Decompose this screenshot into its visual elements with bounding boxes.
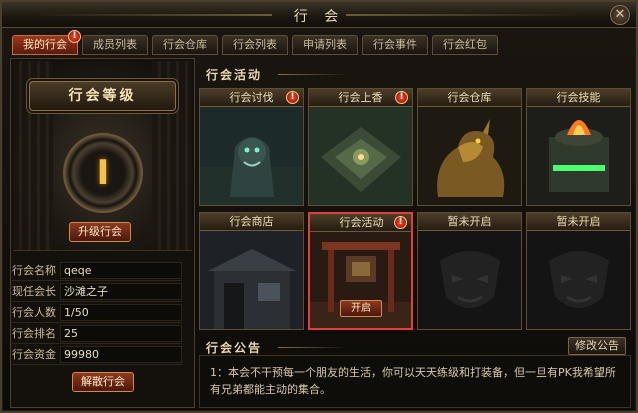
info-value: 沙滩之子: [60, 282, 182, 300]
shop-scene-image: [200, 231, 303, 329]
info-label: 行会人数: [12, 306, 56, 319]
info-value: 25: [60, 324, 182, 342]
activity-card-locked-2: 暂未开启: [526, 212, 631, 330]
info-value: 99980: [60, 345, 182, 363]
activity-card-locked-1: 暂未开启: [417, 212, 522, 330]
tab-guild-warehouse[interactable]: 行会仓库: [152, 35, 218, 55]
locked-demon-mask-icon: [418, 231, 521, 329]
tab-application-list[interactable]: 申请列表: [292, 35, 358, 55]
card-title: 行会技能: [527, 89, 630, 107]
info-value: qeqe: [60, 261, 182, 279]
info-row-rank: 行会排名 25: [12, 323, 182, 344]
crusade-scene-image: [200, 107, 303, 205]
notice-heading: 行会公告: [206, 341, 263, 355]
activity-card-skills[interactable]: 行会技能: [526, 88, 631, 206]
tab-guild-list[interactable]: 行会列表: [222, 35, 288, 55]
edit-notice-button[interactable]: 修改公告: [568, 337, 626, 355]
incense-scene-image: [309, 107, 412, 205]
upgrade-guild-button[interactable]: 升级行会: [69, 222, 131, 242]
info-row-members: 行会人数 1/50: [12, 302, 182, 323]
tab-guild-red-packet[interactable]: 行会红包: [432, 35, 498, 55]
close-icon: ✕: [614, 7, 626, 22]
activity-card-guild-crusade[interactable]: 行会讨伐 !: [199, 88, 304, 206]
skills-scene-image: [527, 107, 630, 205]
tab-label: 行会仓库: [163, 38, 207, 51]
section-divider: [278, 347, 348, 348]
tab-my-guild[interactable]: 我的行会 !: [12, 30, 81, 55]
guild-level-number: I: [96, 153, 110, 193]
alert-badge-icon: !: [286, 91, 299, 104]
info-label: 行会名称: [12, 264, 56, 277]
title-bar: 行 会 ✕: [2, 2, 636, 28]
section-divider: [278, 74, 348, 75]
disband-guild-button[interactable]: 解散行会: [72, 372, 134, 392]
card-title: 暂未开启: [418, 213, 521, 231]
notice-box: 1：本会不干预每一个朋友的生活，你可以天天练级和打装备，但一旦有PK我希望所有兄…: [199, 355, 631, 408]
info-row-funds: 行会资金 99980: [12, 344, 182, 365]
window-title: 行 会: [293, 9, 345, 25]
info-row-guild-name: 行会名称 qeqe: [12, 260, 182, 281]
guild-level-emblem-icon: I: [63, 133, 143, 213]
activities-heading: 行会活动: [206, 68, 263, 82]
locked-demon-mask-icon: [527, 231, 630, 329]
card-title: 行会商店: [200, 213, 303, 231]
activity-card-warehouse[interactable]: 行会仓库: [417, 88, 522, 206]
tab-label: 申请列表: [303, 38, 347, 51]
tab-label: 行会列表: [233, 38, 277, 51]
guild-info-table: 行会名称 qeqe 现任会长 沙滩之子 行会人数 1/50 行会排名 25 行会…: [12, 260, 182, 365]
guild-level-banner: 行会等级: [29, 81, 176, 111]
tab-label: 我的行会: [23, 38, 67, 51]
alert-badge-icon: !: [68, 30, 81, 43]
info-label: 行会排名: [12, 327, 56, 340]
tab-label: 行会红包: [443, 38, 487, 51]
dragon-warehouse-scene-image: [418, 107, 521, 205]
card-title: 暂未开启: [527, 213, 630, 231]
activity-card-shop[interactable]: 行会商店: [199, 212, 304, 330]
info-label: 行会资金: [12, 348, 56, 361]
tab-label: 成员列表: [93, 38, 137, 51]
alert-badge-icon: !: [395, 91, 408, 104]
activity-card-guild-event[interactable]: 行会活动 ! 开启: [308, 212, 413, 330]
open-event-button[interactable]: 开启: [340, 300, 382, 317]
alert-badge-icon: !: [394, 216, 407, 229]
title-ornament-right: [346, 14, 586, 16]
info-value: 1/50: [60, 303, 182, 321]
tab-member-list[interactable]: 成员列表: [82, 35, 148, 55]
close-button[interactable]: ✕: [610, 5, 630, 25]
tab-guild-events[interactable]: 行会事件: [362, 35, 428, 55]
notice-text: 1：本会不干预每一个朋友的生活，你可以天天练级和打装备，但一旦有PK我希望所有兄…: [210, 366, 616, 396]
card-title: 行会仓库: [418, 89, 521, 107]
guild-window: 行 会 ✕ 我的行会 ! 成员列表 行会仓库 行会列表 申请列表 行会事件 行会…: [0, 0, 638, 413]
activity-card-incense[interactable]: 行会上香 !: [308, 88, 413, 206]
info-label: 现任会长: [12, 285, 56, 298]
tab-label: 行会事件: [373, 38, 417, 51]
info-row-leader: 现任会长 沙滩之子: [12, 281, 182, 302]
tab-bar: 我的行会 ! 成员列表 行会仓库 行会列表 申请列表 行会事件 行会红包: [12, 30, 498, 55]
